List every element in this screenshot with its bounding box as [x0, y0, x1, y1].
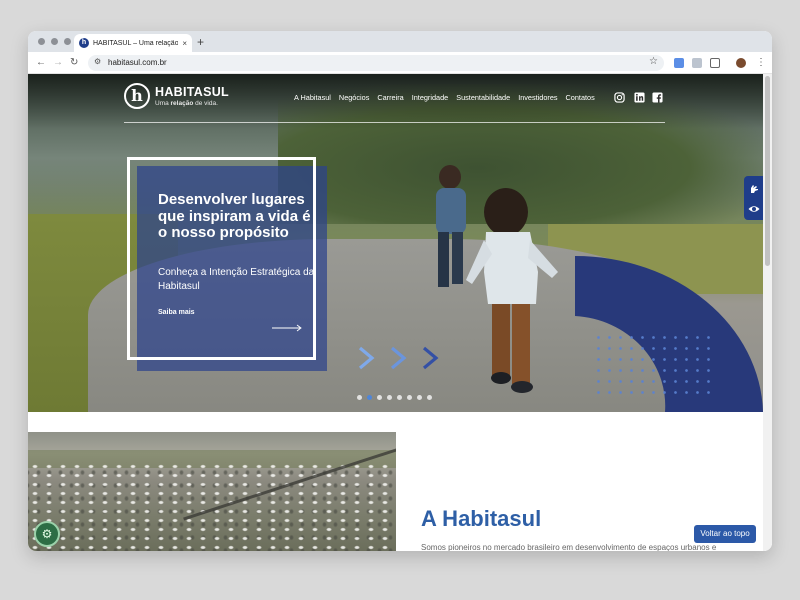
bookmark-star-icon[interactable]: ☆: [649, 56, 658, 67]
slide-dot[interactable]: [387, 395, 392, 400]
back-to-top-button[interactable]: Voltar ao topo: [694, 525, 756, 543]
close-window-button[interactable]: [38, 38, 45, 45]
sign-language-icon[interactable]: [748, 182, 760, 194]
site-info-icon[interactable]: ⚙: [94, 57, 101, 66]
slide-dot[interactable]: [397, 395, 402, 400]
saiba-mais-link[interactable]: Saiba mais: [158, 309, 195, 316]
browser-tab[interactable]: h HABITASUL – Uma relação de vida ×: [74, 34, 192, 52]
browser-window: h HABITASUL – Uma relação de vida × + ← …: [28, 31, 772, 551]
address-bar-row: ← → ↻ ⚙ habitasul.com.br ☆ ⋮: [28, 52, 772, 74]
scrollbar-thumb[interactable]: [765, 76, 770, 266]
address-bar[interactable]: ⚙ habitasul.com.br ☆: [88, 55, 664, 71]
new-tab-button[interactable]: +: [197, 34, 204, 50]
forward-arrow-icon[interactable]: →: [53, 56, 63, 70]
slider-pagination: [357, 395, 432, 400]
aerial-neighborhood-image: [28, 432, 396, 551]
slide-dot-active[interactable]: [367, 395, 372, 400]
eye-icon[interactable]: [748, 203, 760, 215]
page-viewport: h HABITASUL Uma relação de vida. A Habit…: [28, 74, 772, 551]
aerial-houses: [28, 462, 396, 551]
instagram-icon[interactable]: [614, 92, 625, 103]
header-divider: [124, 122, 665, 123]
logo-mark-icon: h: [124, 83, 150, 109]
slide-dot[interactable]: [407, 395, 412, 400]
brand-name: HABITASUL: [155, 85, 229, 99]
window-controls: [38, 38, 71, 45]
logo-text: HABITASUL Uma relação de vida.: [155, 85, 229, 107]
tab-bar: h HABITASUL – Uma relação de vida × +: [28, 31, 772, 52]
nav-item-negocios[interactable]: Negócios: [339, 93, 369, 102]
linkedin-icon[interactable]: [634, 92, 645, 103]
decorative-dot-pattern: [593, 332, 713, 402]
extension-icon[interactable]: [674, 58, 684, 68]
hero-subtitle: Conheça a Intenção Estratégica da Habita…: [158, 267, 315, 292]
reload-icon[interactable]: ↻: [70, 56, 78, 70]
extension-icon[interactable]: [692, 58, 702, 68]
nav-item-a-habitasul[interactable]: A Habitasul: [294, 93, 331, 102]
arrow-right-icon[interactable]: [272, 324, 302, 332]
hero-banner: h HABITASUL Uma relação de vida. A Habit…: [28, 74, 763, 412]
site-favicon: h: [79, 38, 89, 48]
tagline-bold: relação: [170, 100, 194, 107]
nav-item-contatos[interactable]: Contatos: [566, 93, 595, 102]
site-logo[interactable]: h HABITASUL Uma relação de vida.: [124, 83, 229, 109]
chevron-right-icons[interactable]: [358, 346, 448, 370]
nav-item-sustentabilidade[interactable]: Sustentabilidade: [456, 93, 510, 102]
nav-item-investidores[interactable]: Investidores: [518, 93, 557, 102]
facebook-icon[interactable]: [652, 92, 663, 103]
profile-avatar[interactable]: [736, 58, 746, 68]
url-text: habitasul.com.br: [108, 58, 167, 67]
hero-photo-children: [436, 165, 558, 393]
slide-dot[interactable]: [427, 395, 432, 400]
hero-title: Desenvolver lugares que inspiram a vida …: [158, 191, 311, 241]
about-section-text: Somos pioneiros no mercado brasileiro em…: [421, 543, 717, 551]
cookie-settings-icon[interactable]: ⚙: [34, 521, 60, 547]
back-arrow-icon[interactable]: ←: [36, 56, 46, 70]
slide-dot[interactable]: [417, 395, 422, 400]
tagline-part: de vida.: [193, 100, 218, 107]
close-tab-icon[interactable]: ×: [182, 39, 187, 48]
slide-dot[interactable]: [377, 395, 382, 400]
brand-tagline: Uma relação de vida.: [155, 100, 229, 107]
about-section-title: A Habitasul: [421, 506, 542, 531]
minimize-window-button[interactable]: [51, 38, 58, 45]
nav-item-carreira[interactable]: Carreira: [377, 93, 403, 102]
tab-title: HABITASUL – Uma relação de vida: [93, 39, 179, 47]
nav-item-integridade[interactable]: Integridade: [412, 93, 449, 102]
slide-dot[interactable]: [357, 395, 362, 400]
tagline-part: Uma: [155, 100, 171, 107]
maximize-window-button[interactable]: [64, 38, 71, 45]
extensions-puzzle-icon[interactable]: [710, 58, 720, 68]
main-nav: A Habitasul Negócios Carreira Integridad…: [294, 93, 595, 102]
browser-menu-icon[interactable]: ⋮: [756, 56, 766, 70]
accessibility-widget: [744, 176, 763, 220]
